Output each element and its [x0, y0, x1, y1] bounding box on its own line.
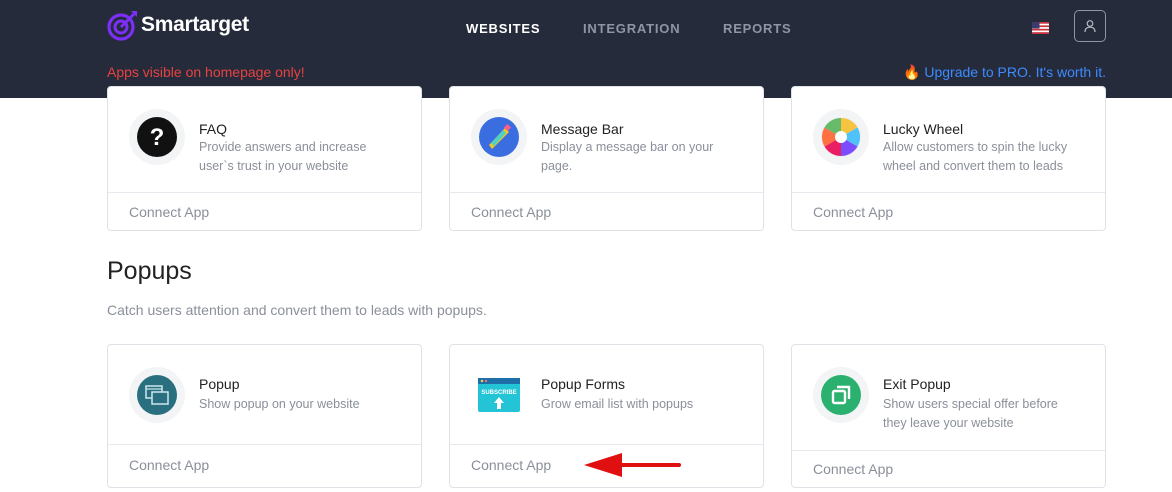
connect-app-button[interactable]: Connect App: [129, 204, 209, 220]
app-title: Popup: [199, 376, 240, 392]
user-icon: [1084, 20, 1096, 33]
subscribe-icon: SUBSCRIBE: [471, 367, 527, 423]
app-description: Show popup on your website: [199, 397, 360, 411]
user-menu-button[interactable]: [1074, 10, 1106, 42]
app-title: Popup Forms: [541, 376, 626, 392]
question-icon: ?: [129, 109, 185, 165]
connect-app-button[interactable]: Connect App: [813, 204, 893, 220]
card-footer: Connect App: [450, 192, 763, 231]
card-footer: Connect App: [108, 444, 421, 488]
connect-app-button[interactable]: Connect App: [129, 457, 209, 473]
app-description: Allow customers to spin the lucky wheel …: [883, 140, 1068, 173]
red-arrow-icon: [584, 453, 681, 477]
top-header: Smartarget WEBSITES INTEGRATION REPORTS …: [0, 0, 1172, 98]
nav-websites[interactable]: WEBSITES: [466, 21, 540, 36]
wheel-icon: [813, 109, 869, 165]
app-title: Exit Popup: [883, 376, 951, 392]
windows-icon: [129, 367, 185, 423]
section-subtitle: Catch users attention and convert them t…: [107, 302, 487, 318]
app-card-popup: Popup Show popup on your website Connect…: [107, 344, 422, 488]
us-flag-icon[interactable]: [1032, 22, 1049, 34]
card-footer: Connect App: [108, 192, 421, 231]
connect-app-button[interactable]: Connect App: [813, 461, 893, 477]
app-title: FAQ: [199, 121, 228, 137]
homepage-notice: Apps visible on homepage only!: [107, 64, 305, 80]
app-card-message-bar: Message Bar Display a message bar on you…: [449, 86, 764, 231]
megaphone-icon: [471, 109, 527, 165]
app-card-faq: ? FAQ Provide answers and increase user`…: [107, 86, 422, 231]
nav-reports[interactable]: REPORTS: [723, 21, 791, 36]
app-description: Display a message bar on your page.: [541, 140, 714, 173]
svg-text:?: ?: [150, 124, 165, 151]
connect-app-button[interactable]: Connect App: [471, 457, 551, 473]
app-card-exit-popup: Exit Popup Show users special offer befo…: [791, 344, 1106, 488]
section-title-popups: Popups: [107, 257, 192, 285]
app-card-lucky-wheel: Lucky Wheel Allow customers to spin the …: [791, 86, 1106, 231]
app-description: Grow email list with popups: [541, 397, 694, 411]
app-description: Show users special offer before they lea…: [883, 397, 1058, 430]
upgrade-link[interactable]: 🔥 Upgrade to PRO. It's worth it.: [903, 64, 1106, 81]
card-footer: Connect App: [792, 450, 1105, 488]
app-title: Message Bar: [541, 121, 624, 137]
app-description: Provide answers and increase user`s trus…: [199, 140, 367, 173]
exit-icon: [813, 367, 869, 423]
nav-integration[interactable]: INTEGRATION: [583, 21, 680, 36]
card-footer: Connect App: [792, 192, 1105, 231]
main-nav: WEBSITES INTEGRATION REPORTS: [0, 21, 1172, 37]
connect-app-button[interactable]: Connect App: [471, 204, 551, 220]
app-title: Lucky Wheel: [883, 121, 964, 137]
svg-text:SUBSCRIBE: SUBSCRIBE: [481, 390, 516, 396]
